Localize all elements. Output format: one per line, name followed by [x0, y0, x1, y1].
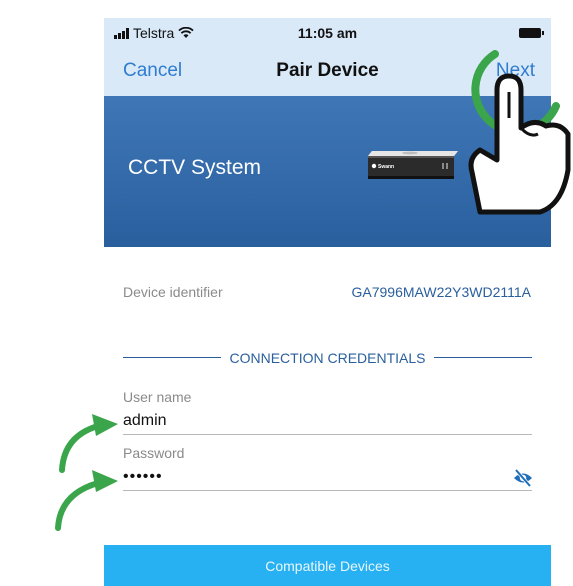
device-identifier-row: Device identifier GA7996MAW22Y3WD2111A	[104, 280, 551, 304]
password-input[interactable]: ••••••	[123, 468, 532, 491]
next-button[interactable]: Next	[496, 60, 535, 82]
phone-screen: Telstra 11:05 am Cancel Pair Device Next…	[104, 0, 551, 586]
dvr-device-image: Swann	[368, 151, 458, 179]
compatible-devices-button[interactable]: Compatible Devices	[104, 545, 551, 586]
show-password-icon[interactable]	[512, 467, 534, 489]
device-identifier-label: Device identifier	[123, 284, 223, 300]
device-identifier-value: GA7996MAW22Y3WD2111A	[351, 284, 532, 300]
username-field[interactable]: User name admin	[123, 389, 532, 435]
password-field[interactable]: Password ••••••	[123, 445, 532, 491]
password-label: Password	[123, 445, 185, 461]
device-type-title: CCTV System	[128, 156, 262, 179]
status-bar: Telstra 11:05 am	[104, 18, 551, 46]
username-label: User name	[123, 389, 192, 405]
credentials-section-title: CONNECTION CREDENTIALS	[221, 350, 434, 366]
status-time: 11:05 am	[297, 25, 358, 41]
credentials-section-header: CONNECTION CREDENTIALS	[123, 348, 532, 368]
brand-logo: Swann	[378, 164, 394, 170]
username-input[interactable]: admin	[123, 412, 532, 435]
device-hero-banner: CCTV System Swann	[104, 96, 551, 247]
battery-icon	[519, 28, 544, 38]
navigation-bar: Cancel Pair Device Next	[104, 46, 551, 96]
page-title: Pair Device	[276, 60, 379, 81]
